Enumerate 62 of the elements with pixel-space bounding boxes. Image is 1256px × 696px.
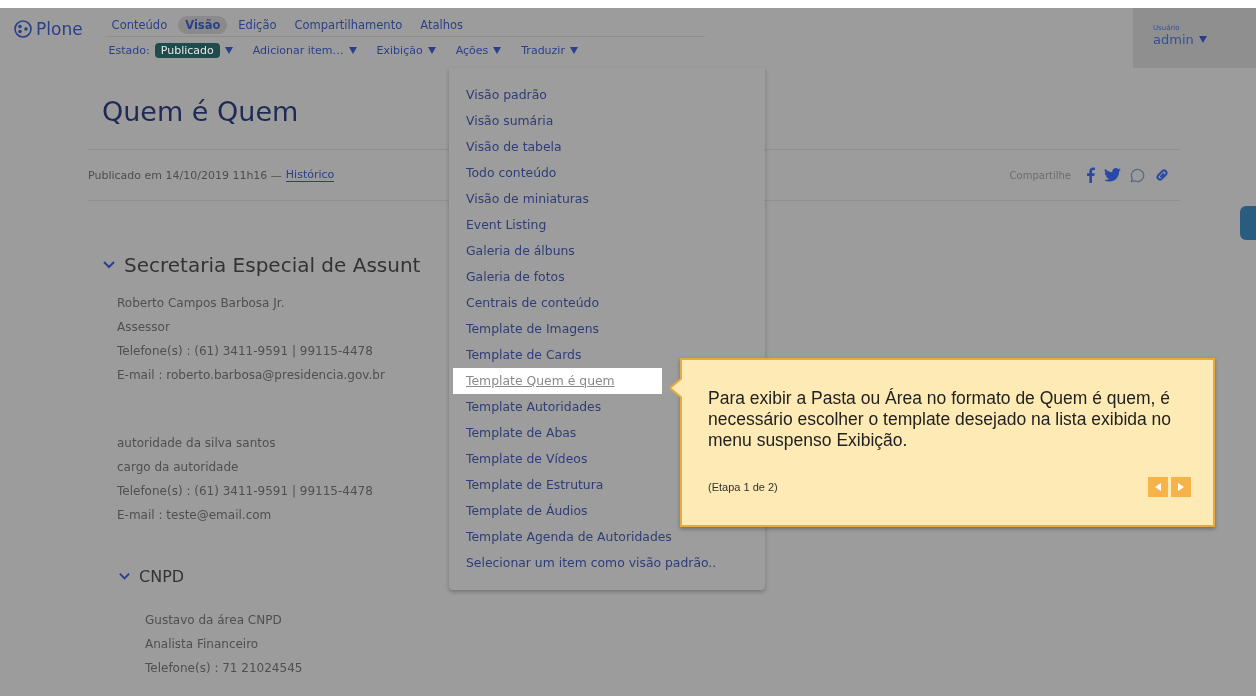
contact-line: cargo da autoridade xyxy=(117,459,239,476)
chat-bubble-icon[interactable] xyxy=(1130,167,1145,183)
toolbar-tab[interactable]: Conteúdo xyxy=(104,16,175,34)
menu-item[interactable]: Event Listing xyxy=(453,212,761,238)
menu-item[interactable]: Template Agenda de Autoridades xyxy=(453,524,761,550)
toolbar-menu[interactable]: Ações xyxy=(451,42,506,59)
facebook-icon[interactable] xyxy=(1086,167,1095,183)
contact-line: Telefone(s) : (61) 3411-9591 | 99115-4478 xyxy=(117,343,373,360)
caret-icon xyxy=(569,47,578,54)
right-triangle-icon xyxy=(1178,483,1184,491)
toolbar-tab[interactable]: Compartilhamento xyxy=(287,16,410,34)
link-icon[interactable] xyxy=(1154,167,1170,183)
menu-item[interactable]: Todo conteúdo xyxy=(453,160,761,186)
byline: Publicado em 14/10/2019 11h16 — xyxy=(88,168,282,182)
left-triangle-icon xyxy=(1155,483,1161,491)
status-badge: Publicado xyxy=(154,43,220,58)
status-label: Estado: xyxy=(108,44,150,57)
menu-item[interactable]: Template de Cards xyxy=(453,342,761,368)
page-title: Quem é Quem xyxy=(102,96,299,127)
history-link[interactable]: Histórico xyxy=(285,168,335,182)
section-heading: Secretaria Especial de Assunt xyxy=(124,253,421,277)
menu-item[interactable]: Template Quem é quem xyxy=(453,368,662,394)
menu-item[interactable]: Visão padrão xyxy=(453,82,761,108)
toolbar-menu[interactable]: Adicionar item… xyxy=(248,42,361,59)
status-menu[interactable]: Estado: Publicado xyxy=(104,41,237,60)
contact-line: Telefone(s) : 71 21024545 xyxy=(145,660,303,677)
contact-line: E-mail : teste@email.com xyxy=(117,507,272,524)
toolbar-tab[interactable]: Visão xyxy=(178,16,228,34)
caret-icon xyxy=(224,47,233,54)
caret-icon xyxy=(427,47,436,54)
menu-item[interactable]: Template de Imagens xyxy=(453,316,761,342)
logo-icon xyxy=(14,20,32,38)
menu-item[interactable]: Galeria de fotos xyxy=(453,264,761,290)
caret-icon xyxy=(493,47,502,54)
next-button[interactable] xyxy=(1171,477,1191,497)
caret-icon xyxy=(1198,36,1207,43)
bird-icon[interactable] xyxy=(1104,168,1121,182)
contact-line: Telefone(s) : (61) 3411-9591 | 99115-4478 xyxy=(117,483,373,500)
logo-text[interactable]: Plone xyxy=(36,19,83,39)
toolbar-tab[interactable]: Edição xyxy=(231,16,284,34)
menu-item[interactable]: Visão de tabela xyxy=(453,134,761,160)
contact-line: Assessor xyxy=(117,319,170,336)
contact-line: Gustavo da área CNPD xyxy=(145,612,282,629)
contact-line: Roberto Campos Barbosa Jr. xyxy=(117,295,285,312)
menu-item[interactable]: Visão sumária xyxy=(453,108,761,134)
toolbar-tab[interactable]: Atalhos xyxy=(413,16,470,34)
chevron-down-icon[interactable] xyxy=(118,570,131,583)
section-heading: CNPD xyxy=(139,567,185,586)
contact-line: autoridade da silva santos xyxy=(117,435,276,452)
menu-item[interactable]: Galeria de álbuns xyxy=(453,238,761,264)
toolbar-menu[interactable]: Traduzir xyxy=(517,42,582,59)
menu-item[interactable]: Selecionar um item como visão padrão.. xyxy=(453,550,761,576)
tooltip-text: Para exibir a Pasta ou Área no formato de Quem é quem, é necessário escolher o template desejado na lista exibida no menu suspenso Exibição. xyxy=(708,388,1173,451)
contact-line: Analista Financeiro xyxy=(145,636,259,653)
menu-item[interactable]: Centrais de conteúdo xyxy=(453,290,761,316)
contact-line: E-mail : roberto.barbosa@presidencia.gov.br xyxy=(117,367,385,384)
user-name[interactable]: admin xyxy=(1153,32,1194,47)
step-counter: (Etapa 1 de 2) xyxy=(708,481,778,493)
caret-icon xyxy=(348,47,357,54)
toolbar-menu[interactable]: Exibição xyxy=(372,42,440,59)
previous-button[interactable] xyxy=(1148,477,1168,497)
menu-item[interactable]: Visão de miniaturas xyxy=(453,186,761,212)
